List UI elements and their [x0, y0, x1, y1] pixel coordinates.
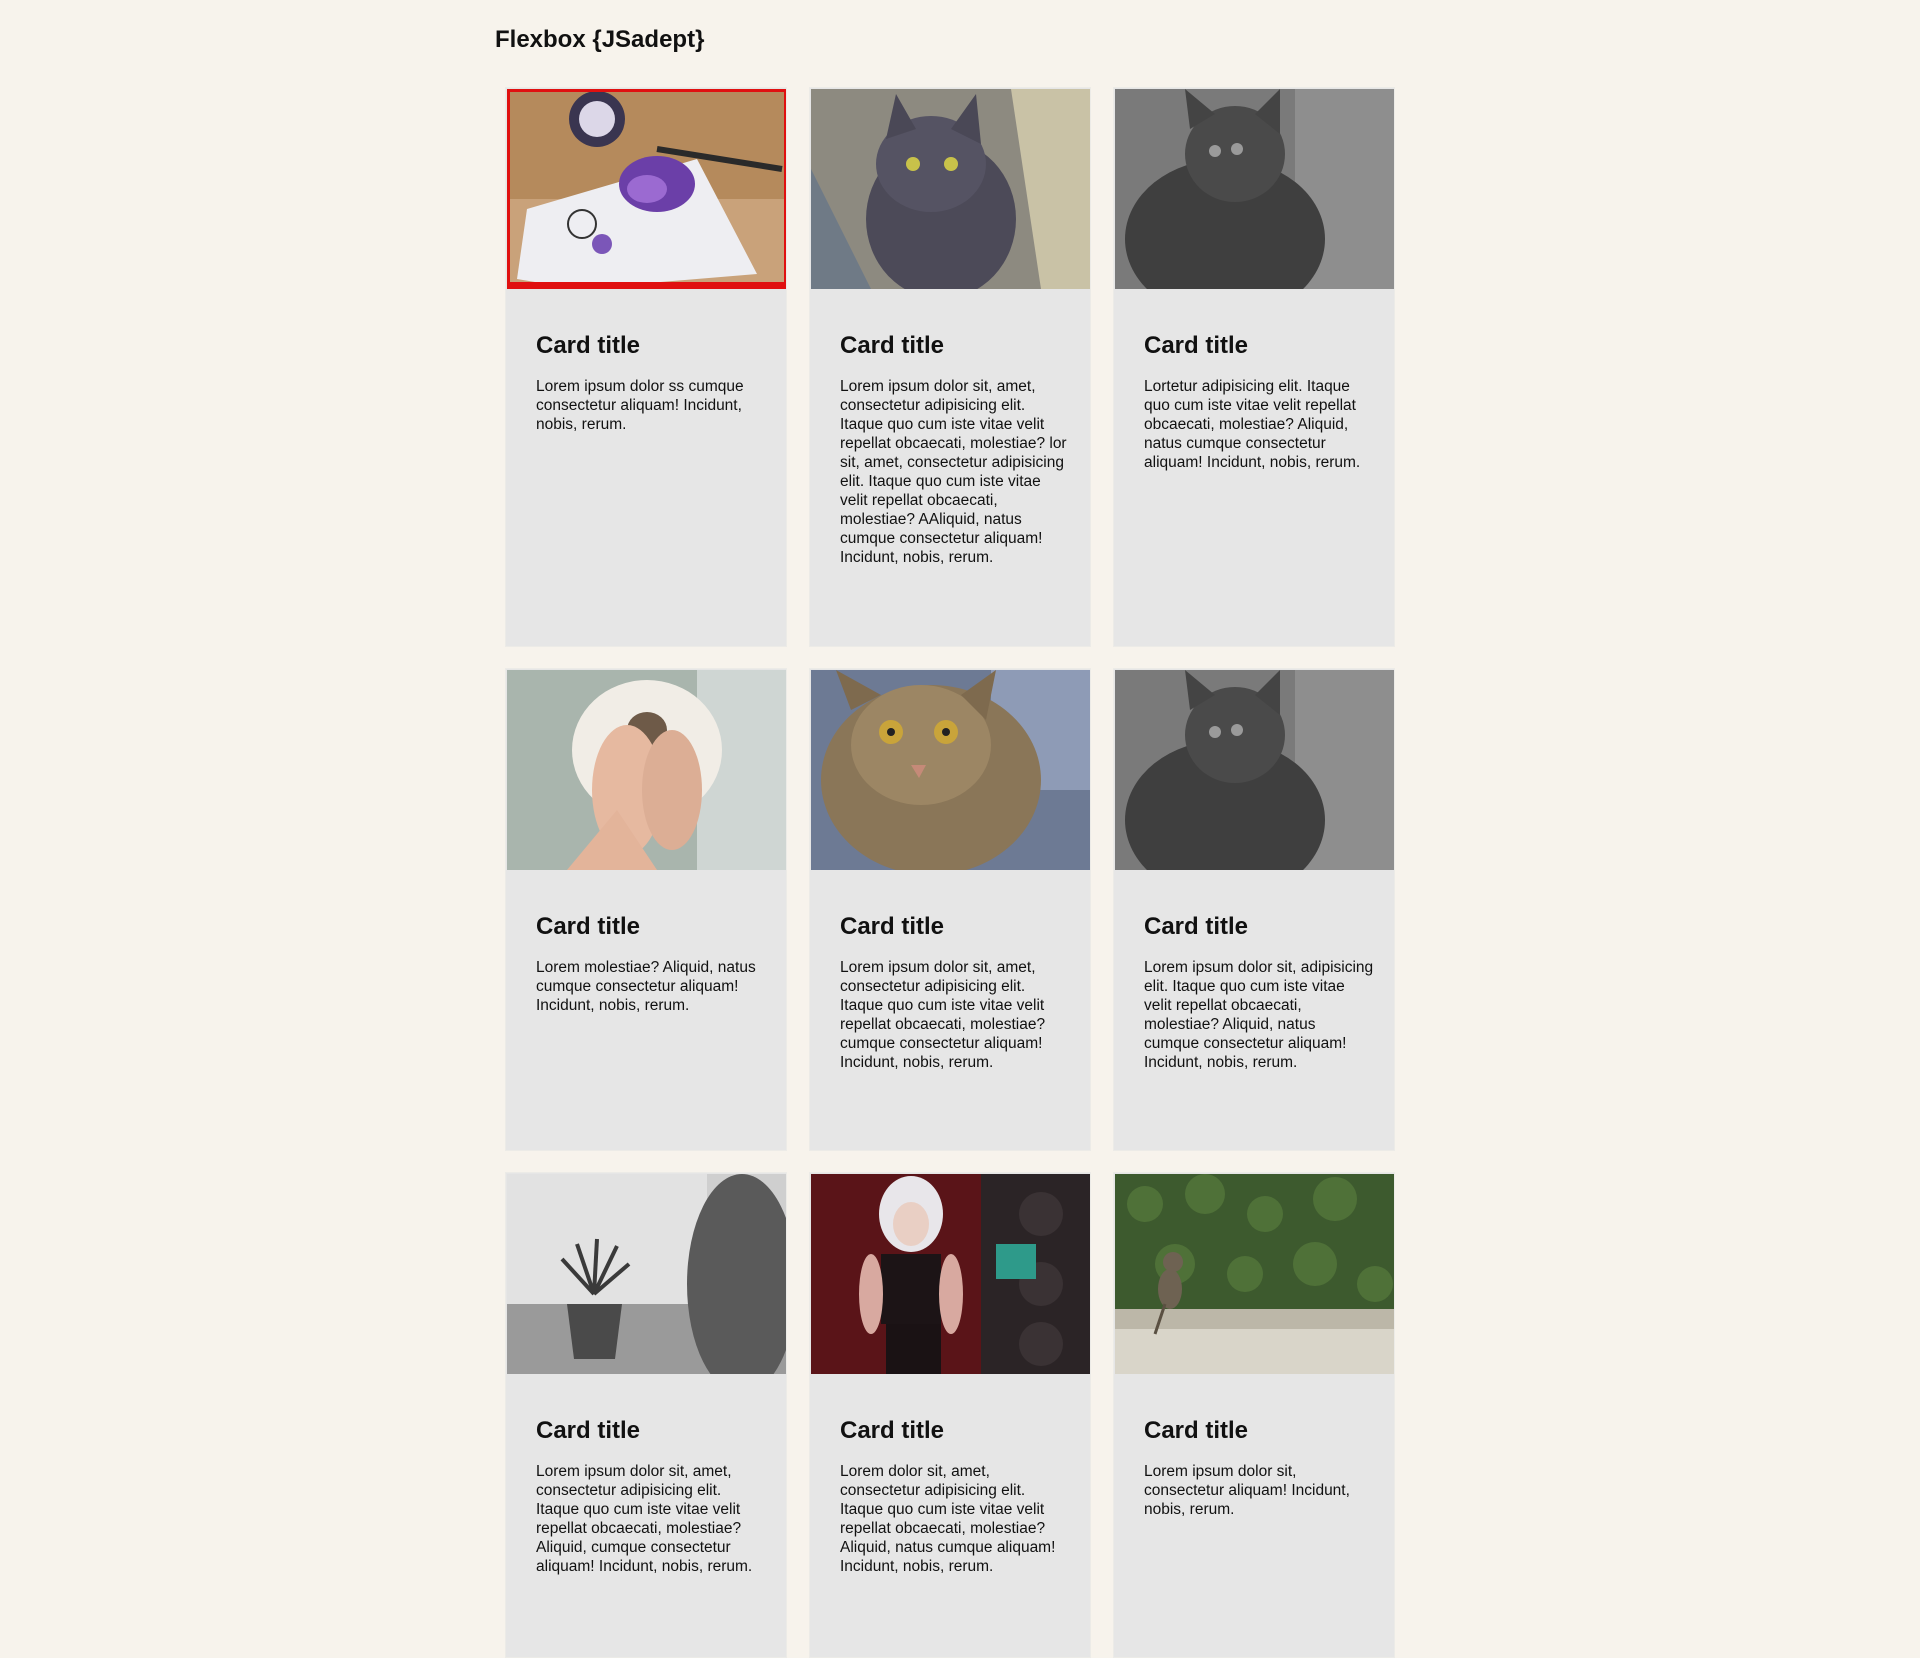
- card-image[interactable]: [507, 89, 786, 289]
- card-title: Card title: [536, 332, 641, 359]
- card-title: Card title: [840, 913, 945, 940]
- card-text: Lorem ipsum dolor ss cumque consectetur …: [536, 378, 744, 433]
- card-image[interactable]: [507, 670, 786, 870]
- bw-cat-image: [1115, 89, 1394, 289]
- card-text: Lorem dolor sit, amet, consectetur adipi…: [840, 1463, 1056, 1575]
- game-character-image: [811, 1174, 1090, 1374]
- card-text: Lorem ipsum dolor sit, adipisicing elit.…: [1144, 959, 1374, 1071]
- card[interactable]: Card title Lorem ipsum dolor sit, amet, …: [809, 87, 1091, 647]
- card-title: Card title: [536, 1417, 641, 1444]
- card-text: Lorem ipsum dolor sit, amet, consectetur…: [840, 378, 1067, 566]
- card-image[interactable]: [811, 670, 1090, 870]
- card-title: Card title: [840, 1417, 945, 1444]
- card[interactable]: Card title Lortetur adipisicing elit. It…: [1113, 87, 1395, 647]
- bw-cat-image: [1115, 670, 1394, 870]
- card-text: Lorem ipsum dolor sit, amet, consectetur…: [840, 959, 1046, 1071]
- gray-cat-image: [811, 89, 1090, 289]
- card-image[interactable]: [811, 89, 1090, 289]
- card-text: Lorem ipsum dolor sit, consectetur aliqu…: [1144, 1463, 1350, 1518]
- art-supplies-image: [507, 89, 786, 289]
- card[interactable]: Card title Lorem ipsum dolor sit, amet, …: [505, 1172, 787, 1658]
- card-text: Lortetur adipisicing elit. Itaque quo cu…: [1144, 378, 1361, 471]
- card-text: Lorem molestiae? Aliquid, natus cumque c…: [536, 959, 756, 1014]
- card[interactable]: Card title Lorem molestiae? Aliquid, nat…: [505, 668, 787, 1151]
- card[interactable]: Card title Lorem ipsum dolor sit, consec…: [1113, 1172, 1395, 1658]
- card-image[interactable]: [507, 1174, 786, 1374]
- card-title: Card title: [536, 913, 641, 940]
- card-title: Card title: [1144, 1417, 1249, 1444]
- card-title: Card title: [840, 332, 945, 359]
- tabby-cat-image: [811, 670, 1090, 870]
- cat-on-wall-image: [1115, 1174, 1394, 1374]
- card-text: Lorem ipsum dolor sit, amet, consectetur…: [536, 1463, 753, 1575]
- card-image[interactable]: [1115, 89, 1394, 289]
- card[interactable]: Card title Lorem dolor sit, amet, consec…: [809, 1172, 1091, 1658]
- card-image[interactable]: [1115, 1174, 1394, 1374]
- card-title: Card title: [1144, 913, 1249, 940]
- card-image[interactable]: [1115, 670, 1394, 870]
- kitten-hands-image: [507, 670, 786, 870]
- card[interactable]: Card title Lorem ipsum dolor ss cumque c…: [505, 87, 787, 647]
- card[interactable]: Card title Lorem ipsum dolor sit, amet, …: [809, 668, 1091, 1151]
- cat-window-plant-image: [507, 1174, 786, 1374]
- card-title: Card title: [1144, 332, 1249, 359]
- card-grid: Card title Lorem ipsum dolor ss cumque c…: [0, 0, 1920, 1658]
- card[interactable]: Card title Lorem ipsum dolor sit, adipis…: [1113, 668, 1395, 1151]
- card-image[interactable]: [811, 1174, 1090, 1374]
